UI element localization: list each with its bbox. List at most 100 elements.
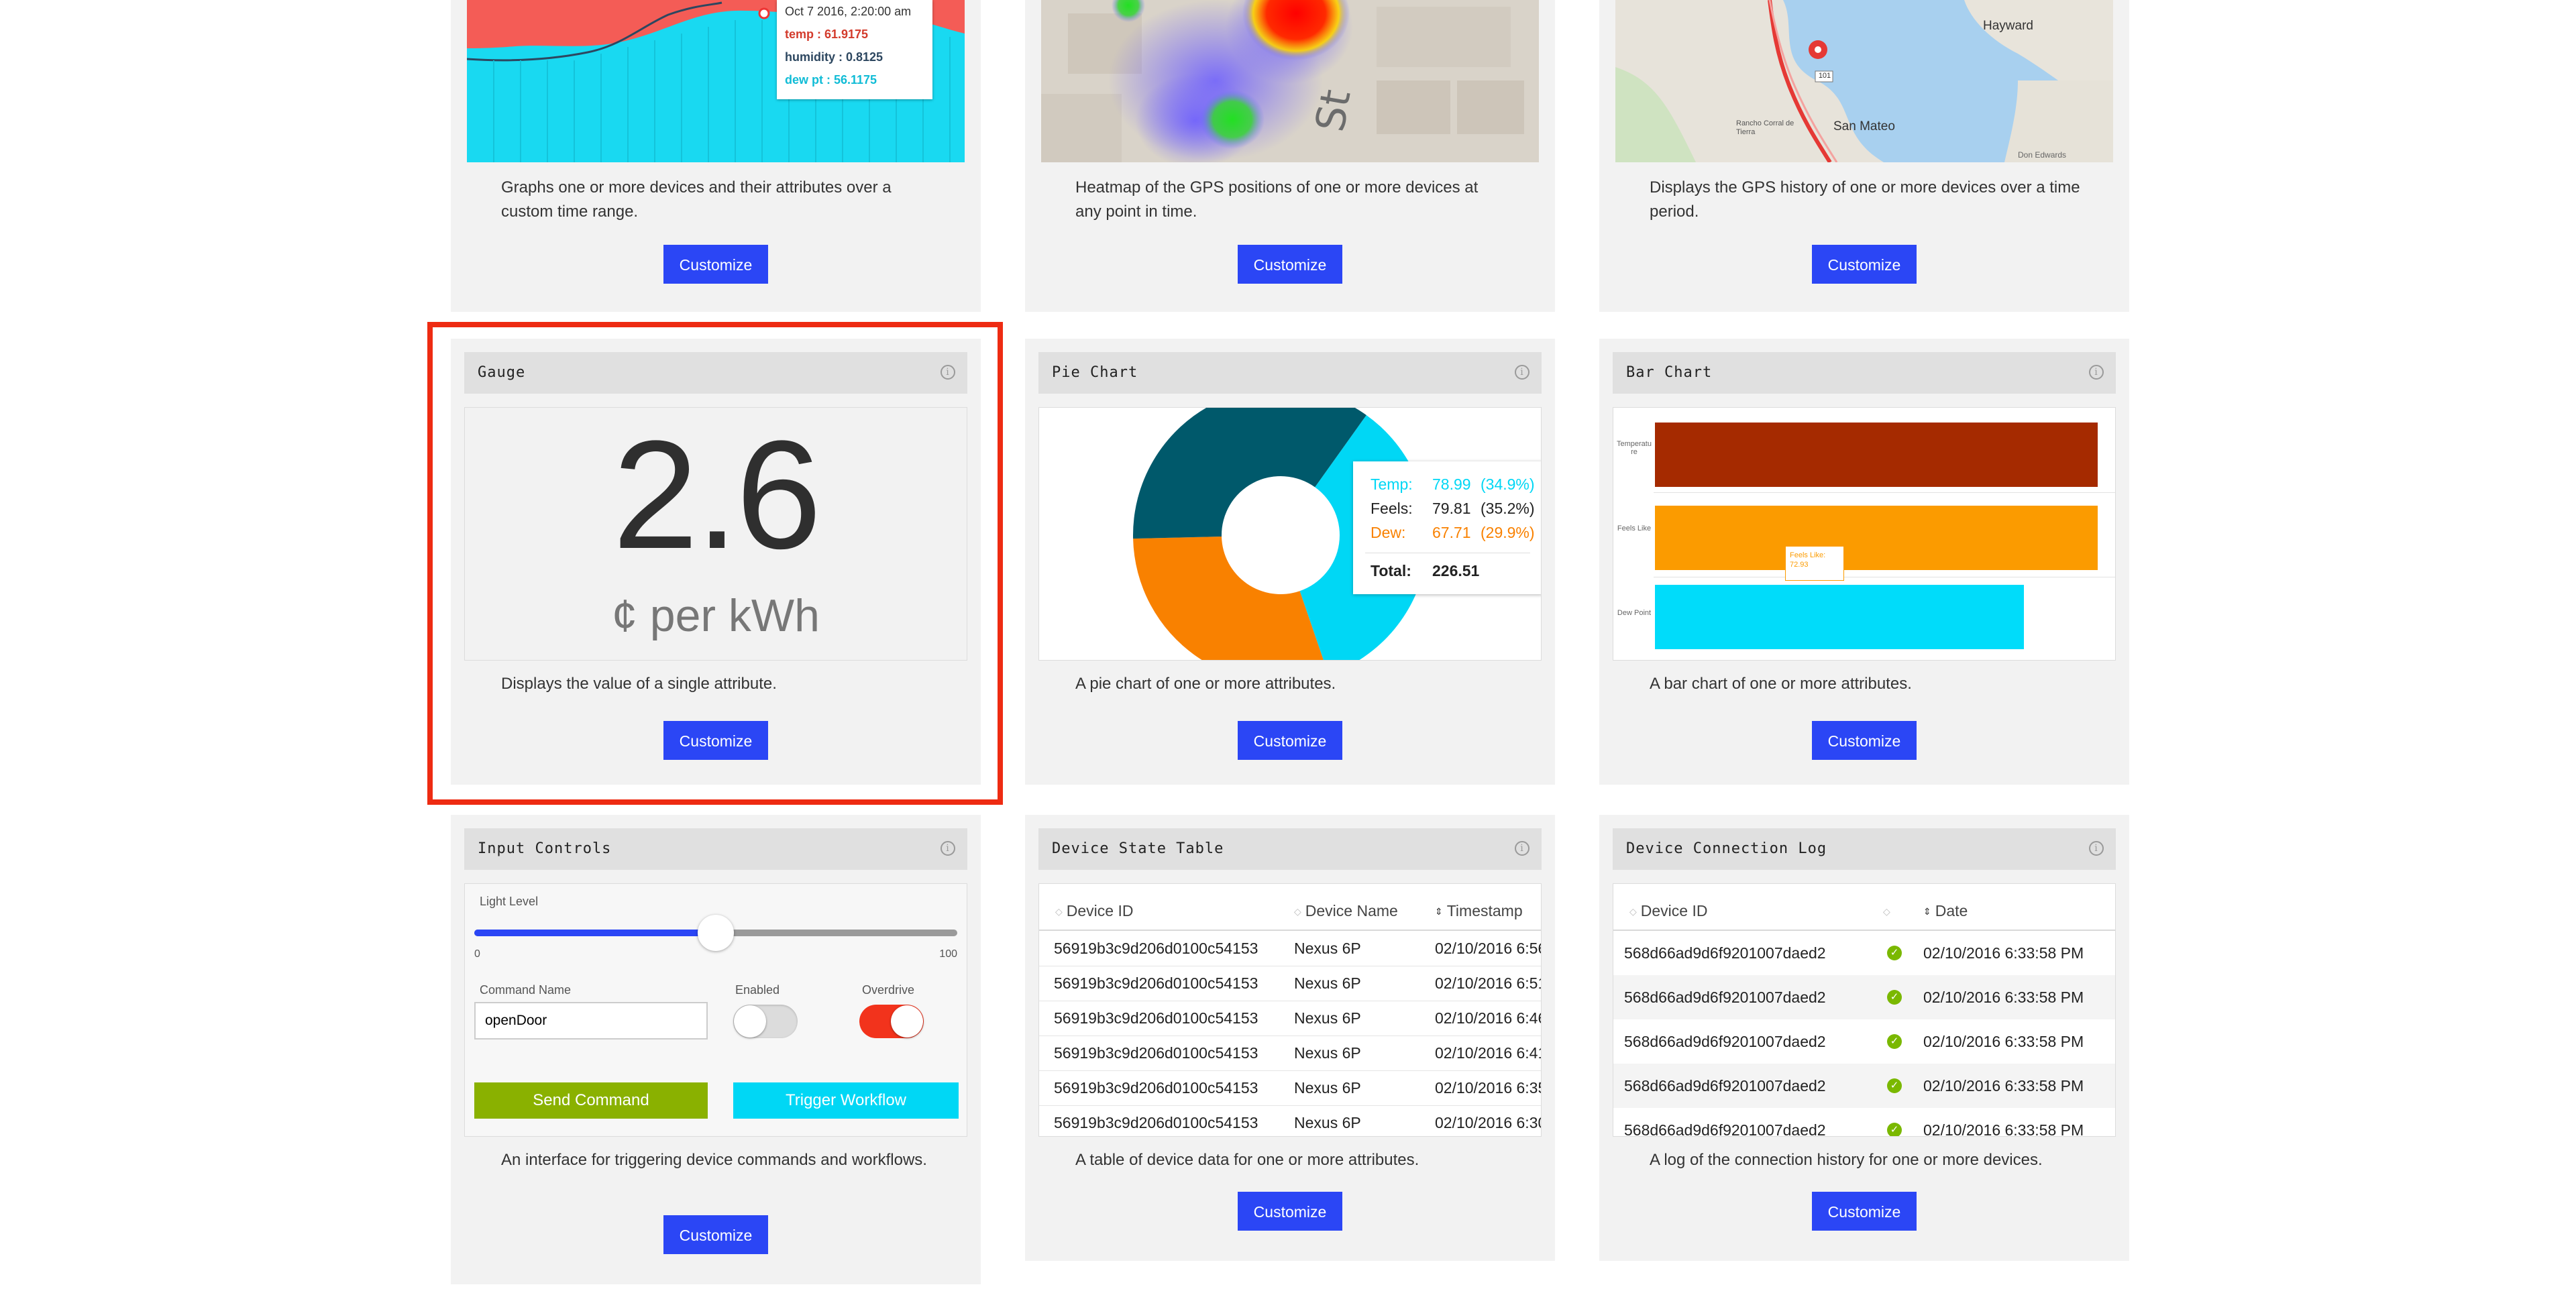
bar-tooltip-value: 72.93 (1790, 561, 1809, 569)
slider-max: 100 (939, 948, 957, 960)
legend-percent: (29.9%) (1481, 524, 1535, 541)
trigger-workflow-button[interactable]: Trigger Workflow (733, 1082, 959, 1119)
timestamp-cell: 02/10/2016 6:35 (1435, 1079, 1542, 1097)
table-row[interactable]: 568d66ad9d6f9201007daed2 ✓ 02/10/2016 6:33… (1613, 931, 2115, 976)
info-icon[interactable]: i (1515, 365, 1529, 380)
overdrive-toggle-knob (891, 1005, 923, 1038)
table-row[interactable]: 56919b3c9d206d0100c54153 Nexus 6P 02/10/20… (1039, 966, 1541, 1001)
device-connection-log-card-header: Device Connection Log i (1613, 828, 2116, 870)
customize-button[interactable]: Customize (1238, 1192, 1342, 1231)
customize-button[interactable]: Customize (1238, 721, 1342, 760)
column-header-timestamp[interactable]: ⇕ Timestamp (1435, 892, 1523, 930)
map-label-rancho: Rancho Corral de Tierra (1736, 119, 1794, 136)
table-row[interactable]: 56919b3c9d206d0100c54153 Nexus 6P 02/10/20… (1039, 1035, 1541, 1071)
legend-label: Dew: (1371, 524, 1406, 541)
command-name-input[interactable] (474, 1002, 708, 1040)
column-header-date[interactable]: ⇕ Date (1923, 892, 1968, 930)
device-connection-log-card: Device Connection Log i ◇ Device ID ◇ ⇕ Da… (1599, 815, 2129, 1261)
heatmap-street-label: St (1306, 86, 1360, 135)
device-name-cell: Nexus 6P (1294, 974, 1361, 992)
device-state-table-description: A table of device data for one or more a… (1075, 1151, 1419, 1169)
table-row[interactable]: 568d66ad9d6f9201007daed2 ✓ 02/10/2016 6:33… (1613, 1108, 2115, 1136)
timestamp-cell: 02/10/2016 6:30 (1435, 1114, 1542, 1131)
device-id-cell: 568d66ad9d6f9201007daed2 (1624, 1033, 1826, 1050)
info-icon[interactable]: i (941, 841, 955, 856)
input-controls-preview: Light Level 0 100 Command Name Enabled O… (464, 883, 967, 1137)
pie-legend-row: Dew: 67.71 (29.9%) (1371, 520, 1537, 545)
bar-label-feels: Feels Like (1617, 524, 1652, 533)
info-icon[interactable]: i (2089, 841, 2104, 856)
table-row[interactable]: 568d66ad9d6f9201007daed2 ✓ 02/10/2016 6:33… (1613, 1064, 2115, 1109)
light-level-slider[interactable] (474, 915, 957, 951)
device-connection-log-description: A log of the connection history for one … (1650, 1151, 2043, 1169)
sort-icon: ◇ (1629, 906, 1637, 917)
device-id-cell: 568d66ad9d6f9201007daed2 (1624, 1077, 1826, 1095)
device-connection-log-title: Device Connection Log (1626, 840, 1827, 857)
check-icon: ✓ (1887, 990, 1902, 1005)
device-state-table: ◇ Device ID ◇ Device Name ⇕ Timestamp 56919… (1038, 883, 1542, 1137)
slider-fill (474, 930, 716, 936)
pie-chart-description: A pie chart of one or more attributes. (1075, 675, 1336, 693)
overdrive-toggle[interactable] (859, 1005, 924, 1038)
check-icon: ✓ (1887, 1123, 1902, 1136)
heatmap-description: Heatmap of the GPS positions of one or m… (1075, 178, 1479, 221)
date-cell: 02/10/2016 6:33:58 PM (1923, 1033, 2084, 1050)
send-command-button[interactable]: Send Command (474, 1082, 708, 1119)
bar-grid-line (1654, 492, 2115, 493)
overdrive-label: Overdrive (862, 983, 915, 997)
customize-button[interactable]: Customize (1812, 1192, 1917, 1231)
pie-legend-rows: Temp: 78.99 (34.9%) Feels: 79.81 (35.2%) Dew: 6… (1371, 472, 1537, 545)
timestamp-cell: 02/10/2016 6:46 (1435, 1009, 1542, 1027)
table-row[interactable]: 56919b3c9d206d0100c54153 Nexus 6P 02/10/20… (1039, 1105, 1542, 1136)
table-row[interactable]: 56919b3c9d206d0100c54153 Nexus 6P 02/10/20… (1039, 1070, 1541, 1106)
device-state-table-card-header: Device State Table i (1038, 828, 1542, 870)
command-name-label: Command Name (480, 983, 572, 997)
device-id-cell: 56919b3c9d206d0100c54153 (1054, 940, 1258, 957)
customize-button[interactable]: Customize (663, 245, 768, 284)
device-name-cell: Nexus 6P (1294, 940, 1361, 957)
gps-history-map (1615, 0, 2113, 162)
device-name-cell: Nexus 6P (1294, 1009, 1361, 1027)
heatmap-map (1041, 0, 1539, 162)
legend-value: 78.99 (1432, 475, 1471, 493)
table-row[interactable]: 568d66ad9d6f9201007daed2 ✓ 02/10/2016 6:33… (1613, 1019, 2115, 1064)
column-header-status[interactable]: ◇ (1883, 892, 1894, 930)
slider-min: 0 (474, 948, 480, 960)
time-series-card: Oct 7 2016, 2:20:00 am temp : 61.9175 hu… (451, 0, 981, 312)
slider-thumb[interactable] (698, 915, 734, 951)
bar-chart-description: A bar chart of one or more attributes. (1650, 675, 1912, 693)
info-icon[interactable]: i (2089, 365, 2104, 380)
check-icon: ✓ (1887, 1078, 1902, 1093)
table-row[interactable]: 56919b3c9d206d0100c54153 Nexus 6P 02/10/20… (1039, 1001, 1541, 1036)
bar-label-dew: Dew Point (1617, 609, 1652, 617)
enabled-toggle-knob (734, 1005, 766, 1038)
bar-chart-card-header: Bar Chart i (1613, 352, 2116, 394)
bar-feels-like (1655, 506, 2098, 570)
customize-button[interactable]: Customize (663, 1215, 768, 1254)
pie-legend-row: Temp: 78.99 (34.9%) (1371, 472, 1537, 496)
pie-slice[interactable] (1133, 537, 1328, 661)
gps-history-preview: Hayward San Mateo Rancho Corral de Tierr… (1615, 0, 2113, 162)
table-row[interactable]: 56919b3c9d206d0100c54153 Nexus 6P 02/10/20… (1039, 931, 1541, 966)
slider-label: Light Level (480, 895, 539, 908)
sort-icon: ⇕ (1923, 906, 1931, 917)
customize-button[interactable]: Customize (1812, 721, 1917, 760)
tooltip-humidity: humidity : 0.8125 (785, 50, 883, 64)
info-icon[interactable]: i (1515, 841, 1529, 856)
bar-chart-preview: Temperature Feels Like Dew Point Feels L… (1613, 407, 2116, 661)
map-label-edwards: Don Edwards (2018, 150, 2067, 160)
enabled-toggle[interactable] (733, 1005, 798, 1038)
column-header-device-id[interactable]: ◇ Device ID (1055, 892, 1133, 930)
column-header-device-id[interactable]: ◇ Device ID (1629, 892, 1707, 930)
timestamp-cell: 02/10/2016 6:41 (1435, 1044, 1542, 1062)
legend-value: 67.71 (1432, 524, 1471, 541)
table-body: 568d66ad9d6f9201007daed2 ✓ 02/10/2016 6:33… (1613, 931, 2115, 1136)
input-controls-card: Input Controls i Light Level 0 100 Comma… (451, 815, 981, 1284)
map-label-hayward: Hayward (1983, 19, 2033, 33)
customize-button[interactable]: Customize (1238, 245, 1342, 284)
table-row[interactable]: 568d66ad9d6f9201007daed2 ✓ 02/10/2016 6:33… (1613, 975, 2115, 1020)
customize-button[interactable]: Customize (1812, 245, 1917, 284)
device-name-cell: Nexus 6P (1294, 1079, 1361, 1097)
column-header-device-name[interactable]: ◇ Device Name (1294, 892, 1398, 930)
tooltip-date: Oct 7 2016, 2:20:00 am (785, 5, 912, 18)
